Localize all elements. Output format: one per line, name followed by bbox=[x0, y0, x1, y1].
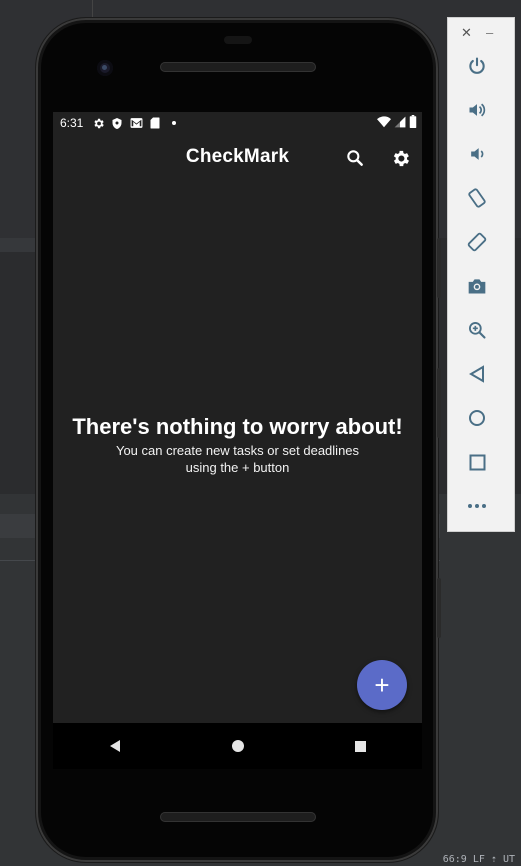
nav-back-button[interactable] bbox=[95, 726, 135, 766]
status-right bbox=[377, 115, 417, 131]
power-key bbox=[437, 368, 441, 438]
volume-up-icon bbox=[469, 103, 486, 117]
shield-icon bbox=[110, 116, 124, 130]
status-bar: 6:31 bbox=[53, 112, 422, 134]
power-button[interactable] bbox=[465, 54, 489, 78]
volume-down-icon bbox=[471, 148, 484, 160]
front-camera bbox=[97, 60, 113, 76]
volume-down-button[interactable] bbox=[465, 142, 489, 166]
overview-button[interactable] bbox=[465, 450, 489, 474]
home-button[interactable] bbox=[465, 406, 489, 430]
battery-icon bbox=[409, 115, 417, 131]
rotate-left-icon bbox=[468, 188, 486, 208]
volume-up-button[interactable] bbox=[465, 98, 489, 122]
zoom-in-icon bbox=[469, 322, 486, 339]
rotate-right-button[interactable] bbox=[465, 230, 489, 254]
settings-icon bbox=[393, 150, 409, 166]
ide-divider bbox=[92, 0, 93, 20]
sd-card-icon bbox=[148, 116, 162, 130]
toolbar-window-controls: ✕ – bbox=[448, 25, 514, 41]
app-bar: CheckMark bbox=[53, 134, 422, 180]
settings-icon bbox=[91, 116, 105, 130]
bottom-speaker bbox=[160, 812, 316, 822]
earpiece-speaker bbox=[160, 62, 316, 72]
minimize-button[interactable]: – bbox=[486, 25, 493, 40]
more-dots-icon bbox=[468, 504, 486, 508]
more-button[interactable] bbox=[465, 494, 489, 518]
search-button[interactable] bbox=[342, 145, 368, 171]
nav-home-button[interactable] bbox=[218, 726, 258, 766]
gmail-icon bbox=[129, 116, 143, 130]
settings-button[interactable] bbox=[387, 145, 413, 171]
ide-status-hint: 66:9 LF ⇡ UT bbox=[442, 854, 515, 865]
app-screen: 6:31 CheckMark There's nothing to worry … bbox=[53, 112, 422, 723]
home-circle-outline-icon bbox=[469, 410, 485, 426]
wifi-icon bbox=[377, 115, 391, 131]
status-time: 6:31 bbox=[60, 116, 84, 130]
plus-icon: + bbox=[374, 670, 390, 700]
search-icon bbox=[347, 150, 363, 166]
screenshot-button[interactable] bbox=[465, 274, 489, 298]
emulator-toolbar: ✕ – bbox=[447, 17, 515, 532]
add-task-button[interactable]: + bbox=[357, 660, 407, 710]
rotate-right-icon bbox=[467, 232, 487, 252]
overview-square-icon bbox=[469, 454, 485, 470]
side-key bbox=[437, 578, 441, 638]
home-circle-icon bbox=[231, 740, 244, 752]
recents-square-icon bbox=[355, 740, 366, 752]
zoom-button[interactable] bbox=[465, 318, 489, 342]
back-triangle-icon bbox=[109, 740, 120, 752]
power-icon bbox=[469, 57, 485, 74]
camera-icon bbox=[468, 279, 486, 294]
nav-recents-button[interactable] bbox=[341, 726, 381, 766]
back-button[interactable] bbox=[465, 362, 489, 386]
empty-state-subtitle: You can create new tasks or set deadline… bbox=[115, 443, 360, 475]
dot-icon bbox=[167, 116, 181, 130]
empty-state: There's nothing to worry about! You can … bbox=[53, 412, 422, 476]
volume-rocker bbox=[437, 238, 441, 298]
back-triangle-outline-icon bbox=[469, 365, 484, 383]
empty-state-title: There's nothing to worry about! bbox=[72, 414, 403, 439]
rotate-left-button[interactable] bbox=[465, 186, 489, 210]
signal-icon bbox=[394, 116, 406, 131]
sensor bbox=[224, 36, 252, 44]
navigation-bar bbox=[53, 723, 422, 769]
close-button[interactable]: ✕ bbox=[461, 25, 472, 41]
